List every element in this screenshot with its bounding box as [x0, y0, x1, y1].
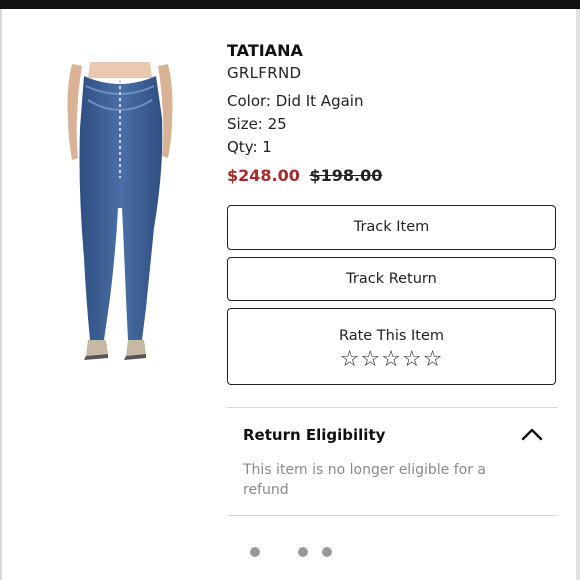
rate-item-label: Rate This Item — [338, 328, 445, 344]
top-bar — [0, 0, 580, 9]
rate-item-box: Rate This Item ☆☆☆☆☆ — [227, 308, 556, 385]
product-info: TATIANA GRLFRND Color: Did It Again Size… — [227, 40, 557, 187]
chevron-up-icon[interactable] — [520, 424, 544, 444]
sale-price: $248.00 — [227, 166, 300, 185]
page-dot[interactable] — [322, 547, 332, 557]
return-eligibility-title[interactable]: Return Eligibility — [243, 425, 385, 445]
track-item-button[interactable]: Track Item — [227, 205, 556, 250]
page-dot[interactable] — [298, 547, 308, 557]
track-return-button[interactable]: Track Return — [227, 257, 556, 301]
color-detail: Color: Did It Again — [227, 92, 364, 110]
divider — [227, 407, 558, 408]
scrollbar[interactable] — [576, 9, 580, 580]
price-row: $248.00 $198.00 — [227, 165, 557, 187]
original-price: $198.00 — [309, 166, 383, 185]
pagination-dots — [0, 547, 580, 559]
product-name[interactable]: TATIANA — [227, 40, 557, 62]
star-rating-icon[interactable]: ☆☆☆☆☆ — [228, 348, 555, 372]
return-eligibility-message: This item is no longer eligible for a re… — [243, 462, 486, 498]
left-edge — [0, 9, 2, 580]
size-detail: Size: 25 — [227, 115, 287, 133]
divider — [227, 515, 558, 516]
page-dot[interactable] — [250, 547, 260, 557]
qty-detail: Qty: 1 — [227, 138, 272, 156]
designer-name[interactable]: GRLFRND — [227, 63, 557, 83]
product-image[interactable] — [58, 58, 188, 368]
